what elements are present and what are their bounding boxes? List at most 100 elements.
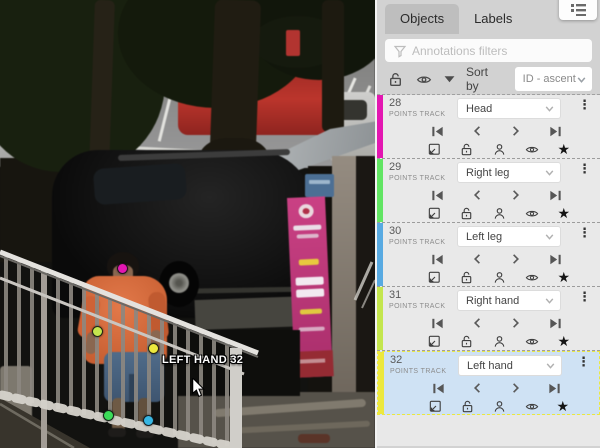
object-label-select[interactable]: Left leg bbox=[457, 226, 561, 247]
next-keyframe-button[interactable] bbox=[509, 188, 522, 202]
point-right-hand[interactable] bbox=[92, 326, 103, 337]
photo-suv-window bbox=[93, 163, 187, 205]
eye-icon bbox=[524, 270, 540, 285]
eye-icon bbox=[524, 334, 540, 349]
photo-kiosk-blue-plate bbox=[305, 174, 334, 197]
occluded-toggle-button[interactable] bbox=[492, 206, 507, 221]
tab-objects[interactable]: Objects bbox=[385, 4, 459, 34]
object-row[interactable]: 31 POINTS TRACK Right hand ⋮ bbox=[377, 287, 600, 351]
object-label-value: Head bbox=[466, 103, 492, 115]
hidden-toggle-button[interactable] bbox=[524, 206, 540, 221]
object-type: POINTS TRACK bbox=[389, 239, 457, 246]
annotation-canvas[interactable]: LEFT HAND 32 bbox=[0, 0, 375, 448]
hidden-toggle-button[interactable] bbox=[524, 270, 540, 285]
object-menu-button[interactable]: ⋮ bbox=[577, 355, 595, 370]
object-menu-button[interactable]: ⋮ bbox=[578, 226, 596, 241]
occluded-toggle-button[interactable] bbox=[492, 270, 507, 285]
sort-by-label: Sort by bbox=[466, 65, 504, 93]
occluded-toggle-button[interactable] bbox=[492, 399, 507, 414]
object-row[interactable]: 32 POINTS TRACK Left hand ⋮ bbox=[377, 351, 600, 415]
last-keyframe-button[interactable] bbox=[547, 381, 562, 396]
lock-toggle-button[interactable] bbox=[459, 206, 474, 221]
object-label-select[interactable]: Head bbox=[457, 98, 561, 119]
photo-sign-red-band-text bbox=[299, 358, 325, 363]
object-row[interactable]: 28 POINTS TRACK Head ⋮ bbox=[377, 95, 600, 159]
point-right-leg[interactable] bbox=[103, 410, 114, 421]
outside-toggle-button[interactable] bbox=[427, 334, 442, 349]
outside-toggle-button[interactable] bbox=[427, 142, 442, 157]
keyframe-star-button[interactable]: ★ bbox=[556, 400, 569, 414]
object-menu-button[interactable]: ⋮ bbox=[578, 162, 596, 177]
photo-person-shorts-split bbox=[129, 374, 135, 402]
filter-icon bbox=[393, 44, 407, 58]
sidebar-tabs: Objects Labels bbox=[377, 0, 600, 34]
tab-labels[interactable]: Labels bbox=[459, 4, 527, 34]
first-keyframe-button[interactable] bbox=[430, 188, 445, 203]
keyframe-star-button[interactable]: ★ bbox=[557, 143, 570, 157]
keyframe-star-button[interactable]: ★ bbox=[557, 271, 570, 285]
point-left-leg[interactable] bbox=[143, 415, 154, 426]
object-label-select[interactable]: Right hand bbox=[457, 290, 561, 311]
photo-sign-text-row bbox=[299, 326, 325, 331]
photo-sign-text-row bbox=[296, 288, 324, 297]
last-keyframe-button[interactable] bbox=[548, 188, 563, 203]
first-keyframe-button[interactable] bbox=[431, 381, 446, 396]
object-row[interactable]: 30 POINTS TRACK Left leg ⋮ bbox=[377, 223, 600, 287]
first-keyframe-button[interactable] bbox=[430, 124, 445, 139]
hidden-toggle-button[interactable] bbox=[524, 142, 540, 157]
caret-down-icon bbox=[444, 75, 455, 83]
object-label-select[interactable]: Left hand bbox=[458, 355, 562, 376]
skip-end-icon bbox=[548, 316, 563, 331]
object-props-row: ★ bbox=[390, 396, 595, 415]
last-keyframe-button[interactable] bbox=[548, 316, 563, 331]
lock-icon bbox=[459, 270, 474, 285]
photo-red-sign-small bbox=[286, 30, 300, 56]
object-menu-button[interactable]: ⋮ bbox=[578, 290, 596, 305]
prev-keyframe-button[interactable] bbox=[471, 252, 484, 266]
photo-kiosk-pillar bbox=[332, 156, 356, 422]
next-keyframe-button[interactable] bbox=[509, 252, 522, 266]
first-keyframe-button[interactable] bbox=[430, 252, 445, 267]
last-keyframe-button[interactable] bbox=[548, 252, 563, 267]
outside-toggle-button[interactable] bbox=[428, 399, 443, 414]
lock-toggle-button[interactable] bbox=[459, 270, 474, 285]
chevron-left-icon bbox=[471, 124, 484, 138]
appearance-panel-button[interactable] bbox=[559, 0, 597, 20]
point-head[interactable] bbox=[117, 263, 128, 274]
outside-toggle-button[interactable] bbox=[427, 206, 442, 221]
object-id: 29 bbox=[389, 162, 457, 173]
prev-keyframe-button[interactable] bbox=[471, 316, 484, 330]
next-keyframe-button[interactable] bbox=[509, 381, 522, 395]
photo-sign-text-row bbox=[300, 309, 322, 315]
sort-select[interactable]: ID - ascent bbox=[515, 67, 592, 91]
lock-all-button[interactable] bbox=[387, 71, 404, 88]
first-keyframe-button[interactable] bbox=[430, 316, 445, 331]
prev-keyframe-button[interactable] bbox=[471, 188, 484, 202]
next-keyframe-button[interactable] bbox=[509, 316, 522, 330]
outside-toggle-button[interactable] bbox=[427, 270, 442, 285]
hidden-toggle-button[interactable] bbox=[524, 334, 540, 349]
object-label-select[interactable]: Right leg bbox=[457, 162, 561, 183]
next-keyframe-button[interactable] bbox=[509, 124, 522, 138]
objects-list: 28 POINTS TRACK Head ⋮ bbox=[377, 94, 600, 415]
expand-all-button[interactable] bbox=[444, 75, 455, 83]
keyframe-star-button[interactable]: ★ bbox=[557, 335, 570, 349]
last-keyframe-button[interactable] bbox=[548, 124, 563, 139]
keyframe-star-button[interactable]: ★ bbox=[557, 207, 570, 221]
photo-suv-wheel-alloy bbox=[169, 273, 189, 293]
occluded-toggle-button[interactable] bbox=[492, 142, 507, 157]
object-row[interactable]: 29 POINTS TRACK Right leg ⋮ bbox=[377, 159, 600, 223]
point-left-hand[interactable] bbox=[148, 343, 159, 354]
prev-keyframe-button[interactable] bbox=[471, 124, 484, 138]
annotations-filter-input[interactable] bbox=[385, 39, 592, 62]
occluded-toggle-button[interactable] bbox=[492, 334, 507, 349]
prev-keyframe-button[interactable] bbox=[471, 381, 484, 395]
lock-toggle-button[interactable] bbox=[459, 334, 474, 349]
lock-toggle-button[interactable] bbox=[459, 142, 474, 157]
list-icon bbox=[571, 4, 586, 16]
hidden-toggle-button[interactable] bbox=[524, 399, 540, 414]
object-menu-button[interactable]: ⋮ bbox=[578, 98, 596, 113]
hide-all-button[interactable] bbox=[415, 71, 433, 88]
lock-toggle-button[interactable] bbox=[460, 399, 475, 414]
object-type: POINTS TRACK bbox=[389, 303, 457, 310]
